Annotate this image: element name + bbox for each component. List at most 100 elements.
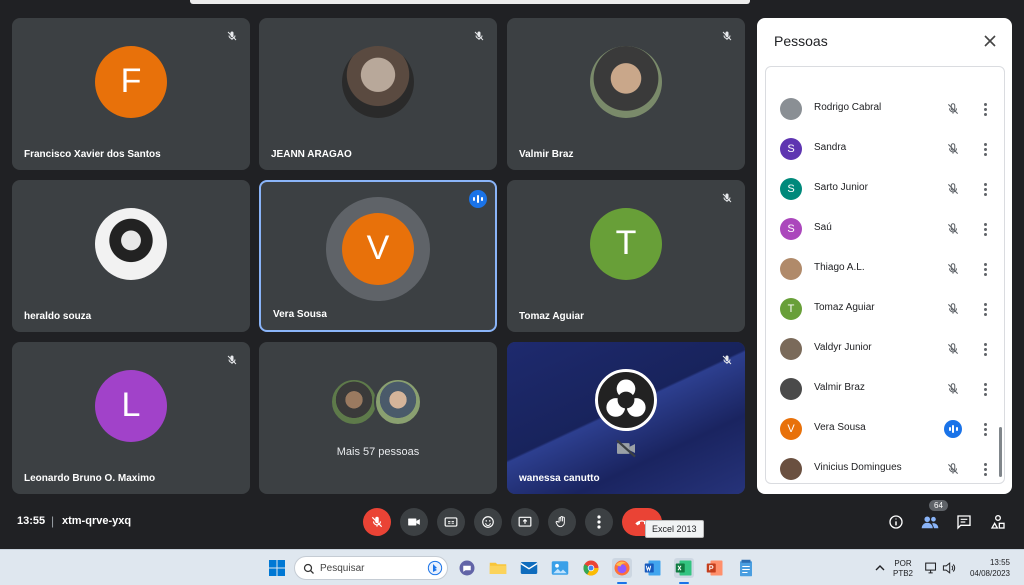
participant-name: Tomaz Aguiar	[519, 311, 585, 322]
mic-off-icon[interactable]	[944, 260, 962, 278]
more-options-icon[interactable]	[978, 340, 992, 358]
participant-name: Vinicius Domingues	[814, 462, 902, 473]
participant-tile-tomaz[interactable]: T Tomaz Aguiar	[507, 180, 745, 332]
mic-off-icon[interactable]	[944, 140, 962, 158]
participant-tile-jeann[interactable]: JEANN ARAGAO	[259, 18, 497, 170]
language-indicator[interactable]: POR PTB2	[893, 559, 913, 579]
list-item[interactable]: Valmir Braz	[766, 369, 1004, 409]
participant-tile-wanessa[interactable]: wanessa canutto	[507, 342, 745, 494]
mail-icon[interactable]	[519, 558, 539, 578]
list-item[interactable]: Thiago A.L.	[766, 249, 1004, 289]
firefox-icon[interactable]	[612, 558, 632, 578]
window-top-strip	[0, 0, 1024, 6]
participant-name: Valmir Braz	[814, 382, 865, 393]
file-explorer-icon[interactable]	[488, 558, 508, 578]
more-options-icon[interactable]	[978, 180, 992, 198]
people-panel: Pessoas Rodrigo Cabral S Sandra S Sarto …	[757, 18, 1012, 494]
participant-list: Rodrigo Cabral S Sandra S Sarto Junior S…	[765, 66, 1005, 484]
list-item[interactable]: S Sarto Junior	[766, 169, 1004, 209]
address-bar-edge	[190, 0, 750, 4]
more-options-button[interactable]	[585, 508, 613, 536]
close-icon[interactable]	[980, 31, 1000, 51]
more-options-icon[interactable]	[978, 300, 992, 318]
reactions-button[interactable]	[474, 508, 502, 536]
meeting-info-icon[interactable]	[886, 512, 906, 532]
bing-icon	[427, 560, 443, 576]
list-item[interactable]: S Saú	[766, 209, 1004, 249]
present-screen-button[interactable]	[511, 508, 539, 536]
mic-off-icon[interactable]	[944, 380, 962, 398]
keyboard-layout: PTB2	[893, 569, 914, 578]
mic-off-icon[interactable]	[944, 180, 962, 198]
list-item[interactable]: T Tomaz Aguiar	[766, 289, 1004, 329]
mic-off-icon[interactable]	[944, 220, 962, 238]
list-item[interactable]: S Sandra	[766, 129, 1004, 169]
participant-tile-valmir[interactable]: Valmir Braz	[507, 18, 745, 170]
avatar: L	[95, 369, 167, 442]
participant-tile-francisco[interactable]: F Francisco Xavier dos Santos	[12, 18, 250, 170]
excel-icon[interactable]	[674, 558, 694, 578]
avatar	[590, 45, 662, 118]
powerpoint-icon[interactable]	[705, 558, 725, 578]
participant-name: Tomaz Aguiar	[814, 302, 875, 313]
raise-hand-button[interactable]	[548, 508, 576, 536]
mic-off-icon[interactable]	[944, 460, 962, 478]
list-item[interactable]: V Vera Sousa	[766, 409, 1004, 449]
notepad-icon[interactable]	[736, 558, 756, 578]
people-count-badge: 64	[929, 500, 948, 511]
participant-tile-heraldo[interactable]: heraldo souza	[12, 180, 250, 332]
avatar	[780, 258, 802, 280]
mic-off-icon	[222, 26, 242, 46]
avatar: T	[780, 298, 802, 320]
more-options-icon[interactable]	[978, 460, 992, 478]
language-code: POR	[894, 559, 912, 568]
chrome-icon[interactable]	[581, 558, 601, 578]
avatar: S	[780, 178, 802, 200]
volume-icon[interactable]	[939, 558, 959, 578]
mic-off-icon	[717, 188, 737, 208]
mic-toggle-button[interactable]	[363, 508, 391, 536]
search-icon	[303, 562, 315, 580]
captions-button[interactable]	[437, 508, 465, 536]
activities-icon[interactable]	[988, 512, 1008, 532]
active-app-indicator	[679, 582, 689, 584]
participant-tile-vera-active-speaker[interactable]: V Vera Sousa	[259, 180, 497, 332]
active-app-indicator	[617, 582, 627, 584]
camera-toggle-button[interactable]	[400, 508, 428, 536]
avatar: F	[95, 45, 167, 118]
more-options-icon[interactable]	[978, 220, 992, 238]
participant-name: Rodrigo Cabral	[814, 102, 882, 113]
more-options-icon[interactable]	[978, 140, 992, 158]
list-item[interactable]: Rodrigo Cabral	[766, 89, 1004, 129]
mic-off-icon	[469, 26, 489, 46]
participant-name: wanessa canutto	[519, 473, 600, 484]
avatar: V	[342, 212, 414, 285]
participant-tile-more-people[interactable]: Mais 57 pessoas	[259, 342, 497, 494]
more-options-icon[interactable]	[978, 100, 992, 118]
scrollbar[interactable]	[999, 427, 1002, 477]
photos-app-icon[interactable]	[550, 558, 570, 578]
list-item[interactable]: Valdyr Junior	[766, 329, 1004, 369]
participant-name: Sandra	[814, 142, 847, 153]
people-icon[interactable]	[920, 512, 940, 532]
list-item[interactable]: Vinicius Domingues	[766, 449, 1004, 483]
mic-off-icon[interactable]	[944, 340, 962, 358]
chat-app-icon[interactable]	[457, 558, 477, 578]
more-options-icon[interactable]	[978, 260, 992, 278]
mic-off-icon[interactable]	[944, 300, 962, 318]
chevron-up-icon[interactable]	[870, 558, 890, 578]
participant-name: Saú	[814, 222, 832, 233]
taskbar-clock[interactable]: 13:55 04/08/2023	[964, 557, 1010, 579]
participant-name: JEANN ARAGAO	[271, 149, 352, 160]
more-options-icon[interactable]	[978, 420, 992, 438]
word-icon[interactable]	[643, 558, 663, 578]
chat-icon[interactable]	[954, 512, 974, 532]
camera-off-icon	[615, 440, 637, 463]
participant-name: heraldo souza	[24, 311, 92, 322]
windows-start-icon[interactable]	[267, 558, 287, 578]
grouped-avatars	[330, 377, 426, 428]
taskbar-search-input[interactable]: Pesquisar	[294, 556, 448, 580]
more-options-icon[interactable]	[978, 380, 992, 398]
participant-tile-leonardo[interactable]: L Leonardo Bruno O. Maximo	[12, 342, 250, 494]
mic-off-icon[interactable]	[944, 100, 962, 118]
